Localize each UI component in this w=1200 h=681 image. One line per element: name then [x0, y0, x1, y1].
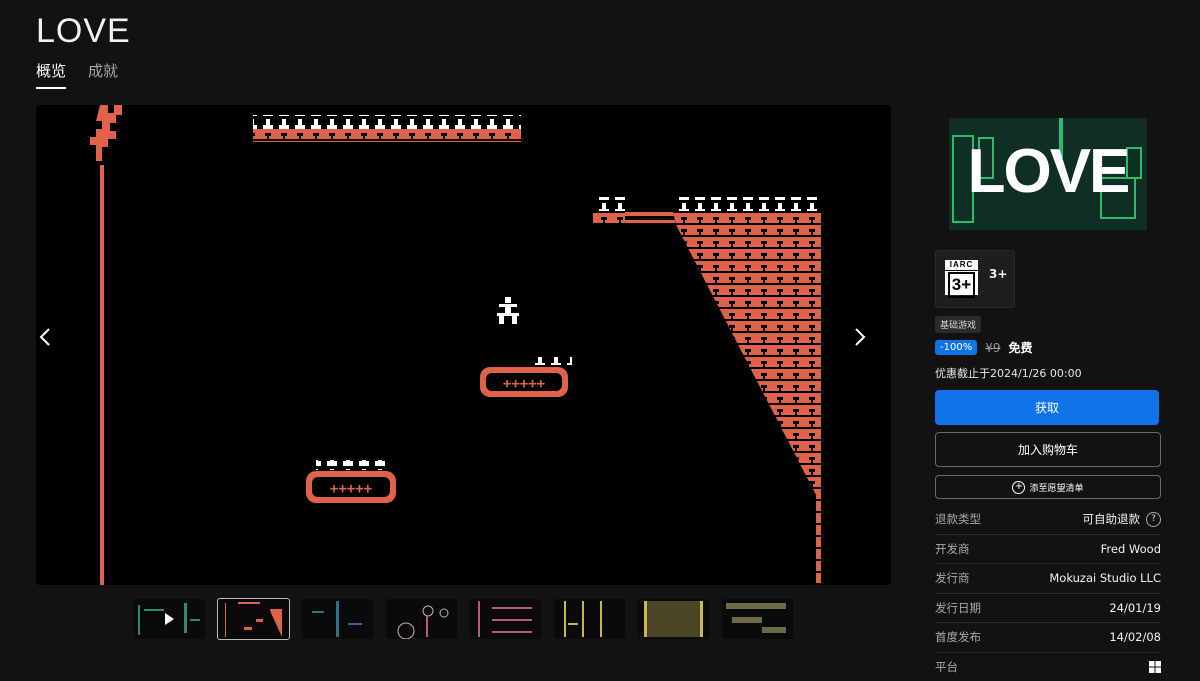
svg-text:+++++: +++++ [503, 376, 545, 392]
thumbnail-image[interactable] [638, 599, 709, 639]
thumbnail-image-art [722, 599, 793, 639]
tab-bar: 概览 成就 [36, 60, 118, 89]
rating-age: 3+ [989, 267, 1007, 281]
release-date-value: 24/01/19 [1109, 601, 1161, 615]
game-info-list: 退款类型 可自助退款 ? 开发商 Fred Wood 发行商 Mokuzai S… [935, 505, 1161, 681]
info-row-refund: 退款类型 可自助退款 ? [935, 505, 1161, 535]
thumbnail-image-art [302, 599, 373, 639]
info-label: 首度发布 [935, 629, 981, 645]
thumbnail-image[interactable] [218, 599, 289, 639]
info-label: 开发商 [935, 541, 970, 557]
thumbnail-image[interactable] [554, 599, 625, 639]
info-row-platform: 平台 [935, 653, 1161, 681]
prev-media-button[interactable] [38, 327, 74, 363]
tab-achievements[interactable]: 成就 [88, 60, 118, 89]
chevron-right-icon [853, 327, 867, 347]
iarc-rating-icon: IARC 3+ [945, 260, 978, 295]
plus-circle-icon: + [1012, 481, 1025, 494]
get-button[interactable]: 获取 [935, 390, 1159, 425]
game-logo: LOVE [949, 118, 1147, 230]
platform-value [1149, 661, 1161, 673]
first-release-value: 14/02/08 [1109, 630, 1161, 644]
thumbnail-image [134, 599, 205, 639]
media-viewer: +++++ +++++ [36, 105, 891, 585]
thumbnail-image-art [386, 599, 457, 639]
thumbnail-image[interactable] [470, 599, 541, 639]
thumbnail-image[interactable] [386, 599, 457, 639]
next-media-button[interactable] [853, 327, 889, 363]
svg-text:+++++: +++++ [330, 481, 372, 497]
thumbnail-image[interactable] [722, 599, 793, 639]
age-rating-card: IARC 3+ 3+ [935, 250, 1015, 308]
info-row-release-date: 发行日期 24/01/19 [935, 594, 1161, 624]
thumbnail-image-art [638, 599, 709, 639]
purchase-sidebar: LOVE IARC 3+ 3+ 基础游戏 -100% ¥9 免费 优惠截止于20… [935, 118, 1161, 681]
add-to-cart-button[interactable]: 加入购物车 [935, 432, 1161, 467]
iarc-value: 3+ [948, 272, 975, 298]
iarc-label: IARC [945, 260, 978, 271]
final-price: 免费 [1008, 339, 1032, 356]
windows-icon [1149, 661, 1161, 673]
developer-value: Fred Wood [1101, 542, 1161, 556]
thumbnail-strip [134, 599, 793, 639]
base-game-tag: 基础游戏 [935, 316, 981, 333]
page-title: LOVE [36, 12, 131, 51]
add-to-wishlist-button[interactable]: + 添至愿望清单 [935, 475, 1161, 499]
info-label: 退款类型 [935, 511, 981, 527]
help-icon[interactable]: ? [1146, 512, 1161, 527]
refund-type-value: 可自助退款 [1083, 511, 1141, 527]
info-row-first-release: 首度发布 14/02/08 [935, 623, 1161, 653]
price-row: -100% ¥9 免费 [935, 339, 1161, 356]
thumbnail-image-art [218, 599, 289, 639]
publisher-value: Mokuzai Studio LLC [1049, 571, 1161, 585]
wishlist-label: 添至愿望清单 [1029, 481, 1083, 494]
offer-deadline: 优惠截止于2024/1/26 00:00 [935, 365, 1161, 381]
game-screenshot: +++++ +++++ [36, 105, 891, 585]
tab-overview[interactable]: 概览 [36, 60, 66, 89]
chevron-left-icon [38, 327, 52, 347]
thumbnail-image[interactable] [302, 599, 373, 639]
logo-text: LOVE [949, 136, 1147, 207]
thumbnail-image-art [554, 599, 625, 639]
play-icon [165, 613, 174, 625]
info-value-refund: 可自助退款 ? [1083, 511, 1162, 527]
thumbnail-image-art [470, 599, 541, 639]
info-row-publisher: 发行商 Mokuzai Studio LLC [935, 564, 1161, 594]
info-label: 发行商 [935, 570, 970, 586]
discount-badge: -100% [935, 340, 977, 355]
info-row-developer: 开发商 Fred Wood [935, 535, 1161, 565]
original-price: ¥9 [985, 341, 1000, 355]
info-label: 平台 [935, 659, 958, 675]
thumbnail-video[interactable] [134, 599, 205, 639]
info-label: 发行日期 [935, 600, 981, 616]
